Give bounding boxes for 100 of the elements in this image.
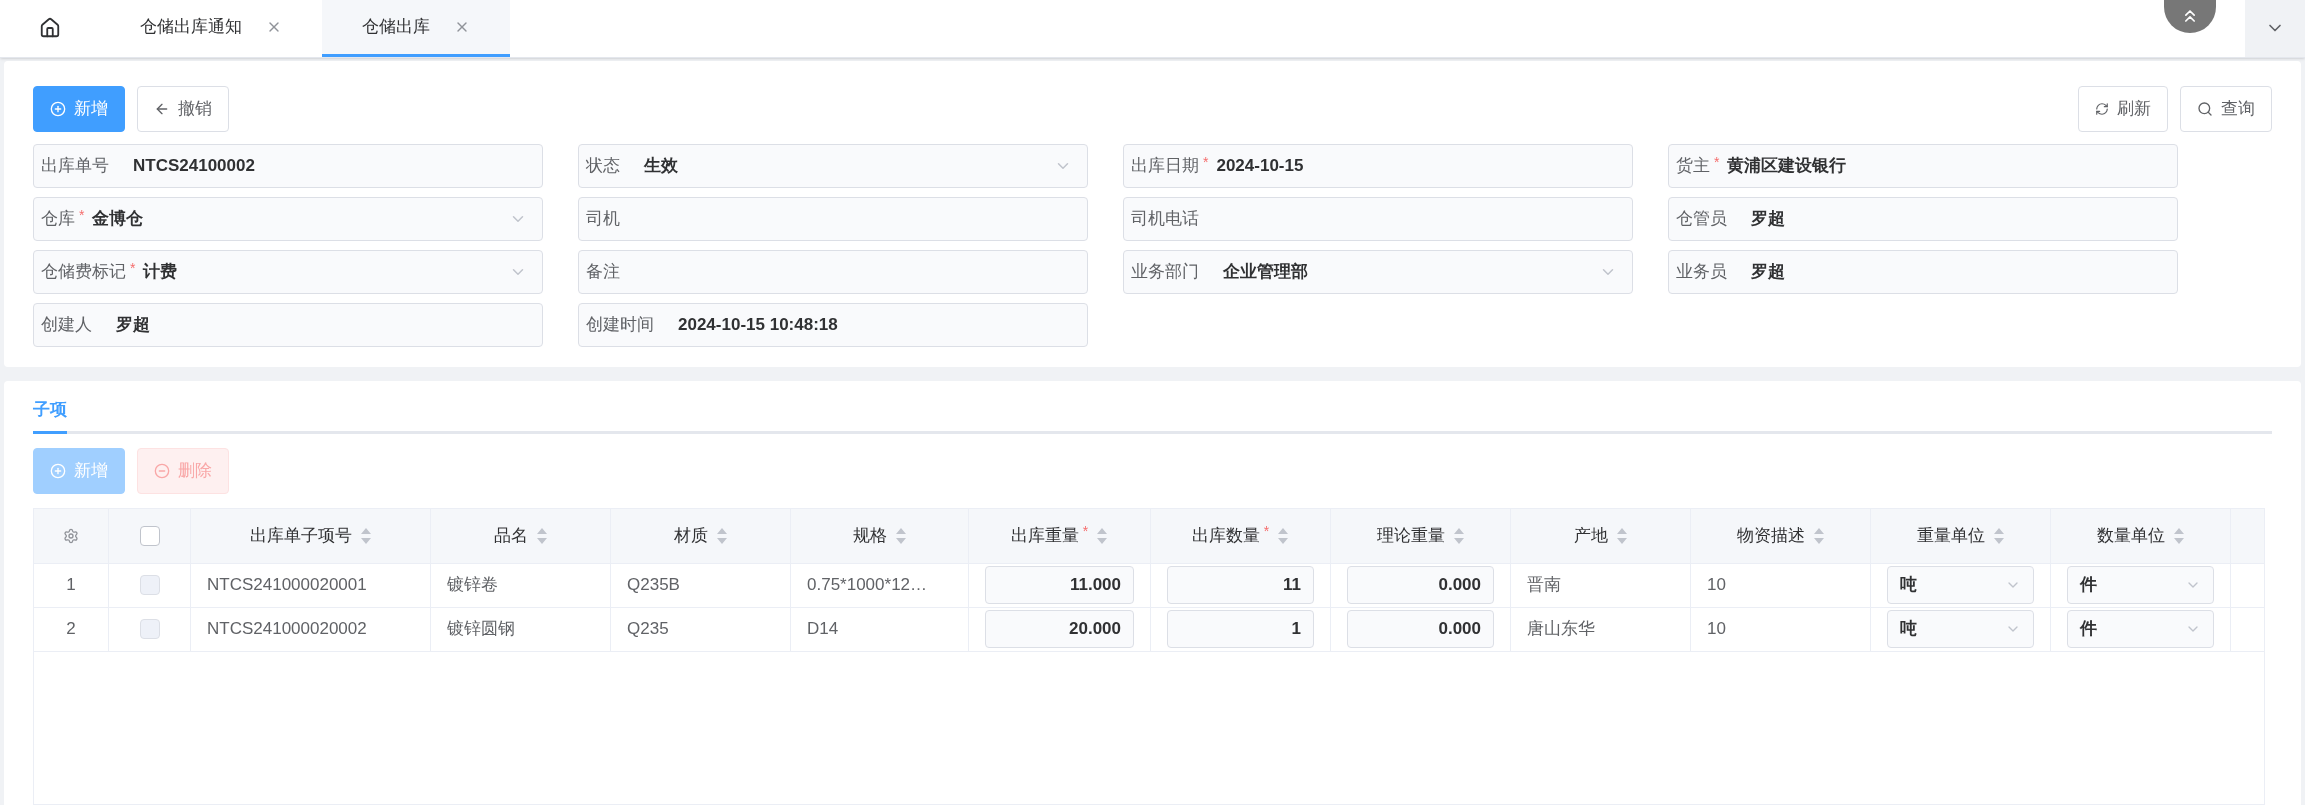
field-value: 罗超: [1751, 261, 1785, 284]
field-value: 罗超: [116, 314, 150, 337]
page-tab[interactable]: 仓储出库通知: [100, 0, 322, 57]
input-field[interactable]: 司机电话: [1123, 197, 1633, 241]
sort-icon[interactable]: [715, 526, 728, 545]
input-field[interactable]: 货主 * 黄浦区建设银行: [1668, 144, 2178, 188]
select-field[interactable]: 业务部门 企业管理部: [1123, 250, 1633, 294]
unit-select[interactable]: 吨: [1887, 610, 2034, 648]
table-cell-text: NTCS241000020002: [207, 618, 367, 641]
column-header: 物资描述: [1736, 524, 1805, 547]
table-cell-text: 10: [1707, 574, 1726, 597]
refresh-icon: [2095, 102, 2109, 116]
field-value: 生效: [644, 155, 678, 178]
number-input[interactable]: 20.000: [985, 610, 1134, 648]
home-icon: [39, 17, 61, 39]
row-checkbox[interactable]: [139, 619, 160, 639]
field-value: 黄浦区建设银行: [1727, 155, 1847, 178]
page-tab[interactable]: 仓储出库: [322, 0, 510, 57]
table-cell-text: 晋南: [1527, 574, 1561, 597]
input-field[interactable]: 备注: [578, 250, 1088, 294]
field-label: 状态: [586, 155, 620, 178]
row-number: 1: [34, 563, 109, 607]
sort-icon[interactable]: [359, 526, 372, 545]
column-header: 出库数量: [1191, 524, 1260, 547]
unit-select[interactable]: 件: [2067, 610, 2214, 648]
toolbar-button[interactable]: 撤销: [137, 86, 229, 132]
column-header: 理论重量: [1376, 524, 1445, 547]
number-input[interactable]: 1: [1167, 610, 1314, 648]
sort-icon[interactable]: [535, 526, 548, 545]
toolbar-button[interactable]: 查询: [2180, 86, 2272, 132]
toolbar-button[interactable]: 刷新: [2078, 86, 2168, 132]
field-label: 业务员: [1676, 261, 1727, 284]
field-label: 仓储费标记: [41, 261, 126, 284]
row-checkbox[interactable]: [139, 575, 160, 595]
input-field[interactable]: 创建人 罗超: [33, 303, 543, 347]
select-field[interactable]: 仓储费标记 * 计费: [33, 250, 543, 294]
unit-select[interactable]: 吨: [1887, 566, 2034, 604]
field-label: 司机电话: [1131, 208, 1199, 231]
select-field[interactable]: 状态 生效: [578, 144, 1088, 188]
input-field[interactable]: 仓管员 罗超: [1668, 197, 2178, 241]
plus-circle-icon: [50, 462, 66, 479]
input-field[interactable]: 创建时间 2024-10-15 10:48:18: [578, 303, 1088, 347]
settings-icon[interactable]: [63, 527, 79, 544]
table-cell-text: 唐山东华: [1527, 618, 1595, 641]
field-label: 货主: [1676, 155, 1710, 178]
field-label: 出库日期: [1131, 155, 1199, 178]
plus-circle-icon: [50, 101, 66, 117]
field-value: 罗超: [1751, 208, 1785, 231]
table-cell-text: 镀锌圆钢: [447, 618, 515, 641]
required-mark: *: [130, 258, 136, 278]
tab-label: 仓储出库通知: [140, 15, 242, 38]
sort-icon[interactable]: [1812, 526, 1825, 545]
header-checkbox[interactable]: [139, 525, 160, 546]
sort-icon[interactable]: [1096, 526, 1109, 545]
column-header: 出库重量: [1010, 524, 1079, 547]
sort-icon[interactable]: [894, 526, 907, 545]
field-value: 计费: [143, 261, 178, 284]
required-mark: *: [1082, 522, 1089, 541]
select-field[interactable]: 仓库 * 金博仓: [33, 197, 543, 241]
required-mark: *: [1203, 152, 1209, 172]
sort-icon[interactable]: [1615, 526, 1628, 545]
field-label: 司机: [586, 208, 620, 231]
input-field[interactable]: 出库单号 NTCS24100002: [33, 144, 543, 188]
sort-icon[interactable]: [2172, 526, 2185, 545]
input-field[interactable]: 业务员 罗超: [1668, 250, 2178, 294]
field-label: 备注: [586, 261, 620, 284]
field-value: 2024-10-15: [1216, 155, 1304, 178]
unit-select[interactable]: 件: [2067, 566, 2214, 604]
field-value: 企业管理部: [1223, 261, 1308, 284]
input-field[interactable]: 司机: [578, 197, 1088, 241]
field-label: 出库单号: [41, 155, 109, 178]
input-field[interactable]: 出库日期 * 2024-10-15: [1123, 144, 1633, 188]
table-cell-text: 10: [1707, 618, 1726, 641]
collapse-button[interactable]: [2164, 0, 2216, 33]
column-header: 品名: [493, 524, 528, 547]
search-icon: [2197, 101, 2213, 117]
number-input[interactable]: 11.000: [985, 566, 1134, 604]
field-label: 创建时间: [586, 314, 654, 337]
required-mark: *: [1714, 152, 1720, 172]
table-cell-text: 0.75*1000*12…: [807, 574, 928, 597]
sort-icon[interactable]: [1277, 526, 1290, 545]
required-mark: *: [1263, 522, 1270, 541]
number-input[interactable]: 0.000: [1347, 610, 1494, 648]
column-header: 规格: [852, 524, 887, 547]
sort-icon[interactable]: [1992, 526, 2005, 545]
table-cell-text: Q235B: [627, 574, 680, 597]
number-input[interactable]: 0.000: [1347, 566, 1494, 604]
field-label: 业务部门: [1131, 261, 1199, 284]
row-number: 2: [34, 607, 109, 651]
field-label: 仓管员: [1676, 208, 1727, 231]
required-mark: *: [79, 205, 85, 225]
column-header: 出库单子项号: [249, 524, 352, 547]
field-value: 2024-10-15 10:48:18: [678, 314, 838, 337]
field-label: 创建人: [41, 314, 92, 337]
number-input[interactable]: 11: [1167, 566, 1314, 604]
column-header: 重量单位: [1916, 524, 1985, 547]
field-value: 金博仓: [92, 208, 144, 231]
sort-icon[interactable]: [1452, 526, 1465, 545]
column-header: 材质: [673, 524, 708, 547]
tabs-dropdown-button[interactable]: [2245, 0, 2305, 57]
